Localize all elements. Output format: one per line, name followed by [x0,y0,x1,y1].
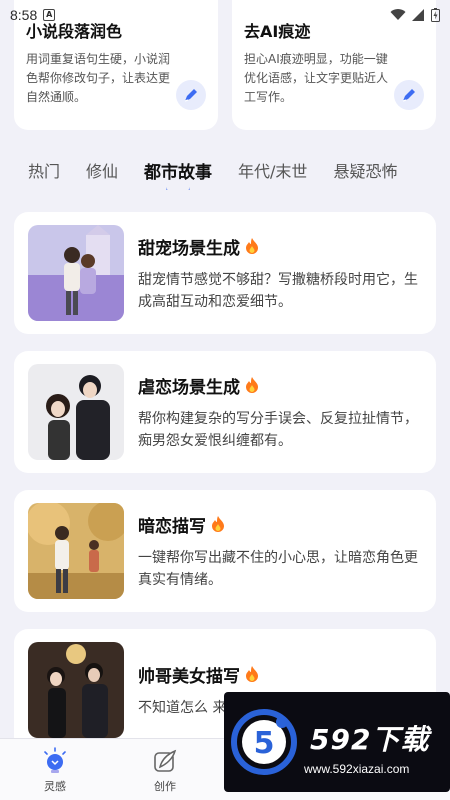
scene-thumbnail [28,225,124,321]
scene-card-sweet[interactable]: 甜宠场景生成 甜宠情节感觉不够甜？写撒糖桥段时用它，生成高甜互动和恋爱细节。 [14,212,436,334]
wifi-icon [390,9,406,20]
scene-title: 虐恋场景生成 [138,373,422,398]
scene-desc: 帮你构建复杂的写分手误会、反复拉扯情节，痴男怨女爱恨纠缠都有。 [138,410,418,449]
scene-list: 甜宠场景生成 甜宠情节感觉不够甜？写撒糖桥段时用它，生成高甜互动和恋爱细节。 虐… [14,212,436,768]
fire-icon [212,516,224,532]
scene-desc: 甜宠情节感觉不够甜？写撒糖桥段时用它，生成高甜互动和恋爱细节。 [138,271,418,310]
watermark-url: www.592xiazai.com [304,762,410,776]
pen-button[interactable] [176,80,206,110]
scene-title-text: 暗恋描写 [138,516,206,537]
quill-icon [154,749,177,772]
scene-title-text: 虐恋场景生成 [138,377,240,398]
scene-thumbnail [28,503,124,599]
scene-thumbnail [28,642,124,738]
fire-icon [246,377,258,393]
scene-desc: 一键帮你写出藏不住的小心思，让暗恋角色更真实有情绪。 [138,549,418,588]
pen-icon [402,89,415,102]
tab-suspense-horror[interactable]: 悬疑恐怖 [333,158,397,182]
status-icons [390,8,440,22]
watermark-logo-digit: 5 [254,726,275,761]
fire-icon [246,666,258,682]
scene-title-text: 甜宠场景生成 [138,238,240,259]
category-tabs: 热门 修仙 都市故事 年代/末世 悬疑恐怖 [0,150,450,190]
site-watermark: 5 592下载 www.592xiazai.com [224,692,450,792]
watermark-logo: 5 [231,709,297,775]
signal-icon [412,9,424,21]
scene-title: 暗恋描写 [138,512,422,537]
nav-label: 灵感 [44,780,66,793]
notification-icon: A [43,9,56,21]
nav-label: 创作 [154,780,176,793]
pen-button[interactable] [394,80,424,110]
tab-hot[interactable]: 热门 [28,158,60,182]
battery-icon [431,8,440,22]
scene-title: 帅哥美女描写 [138,662,422,687]
scene-title-text: 帅哥美女描写 [138,666,240,687]
tab-xianxia[interactable]: 修仙 [86,158,118,182]
pen-icon [184,89,197,102]
tab-active-indicator [166,187,190,191]
nav-item-inspiration[interactable]: 灵感 [0,739,110,800]
feature-desc: 用词重复语句生硬，小说润色帮你修改句子，让表达更自然通顺。 [26,52,171,104]
scene-card-crush[interactable]: 暗恋描写 一键帮你写出藏不住的小心思，让暗恋角色更真实有情绪。 [14,490,436,612]
scene-card-angst[interactable]: 虐恋场景生成 帮你构建复杂的写分手误会、反复拉扯情节，痴男怨女爱恨纠缠都有。 [14,351,436,473]
fire-icon [246,238,258,254]
scene-title: 甜宠场景生成 [138,234,422,259]
scene-thumbnail [28,364,124,460]
nav-item-create[interactable]: 创作 [110,739,220,800]
tab-urban-label: 都市故事 [144,162,213,183]
watermark-brand: 592下载 [310,723,430,756]
status-time: 8:58 [10,7,38,23]
tab-era-apocalypse[interactable]: 年代/末世 [238,158,307,182]
bulb-icon [44,747,66,773]
status-bar: 8:58 A [0,0,450,30]
feature-desc: 担心AI痕迹明显，功能一键优化语感，让文字更贴近人工写作。 [244,52,389,104]
tab-urban[interactable]: 都市故事 [144,158,212,183]
